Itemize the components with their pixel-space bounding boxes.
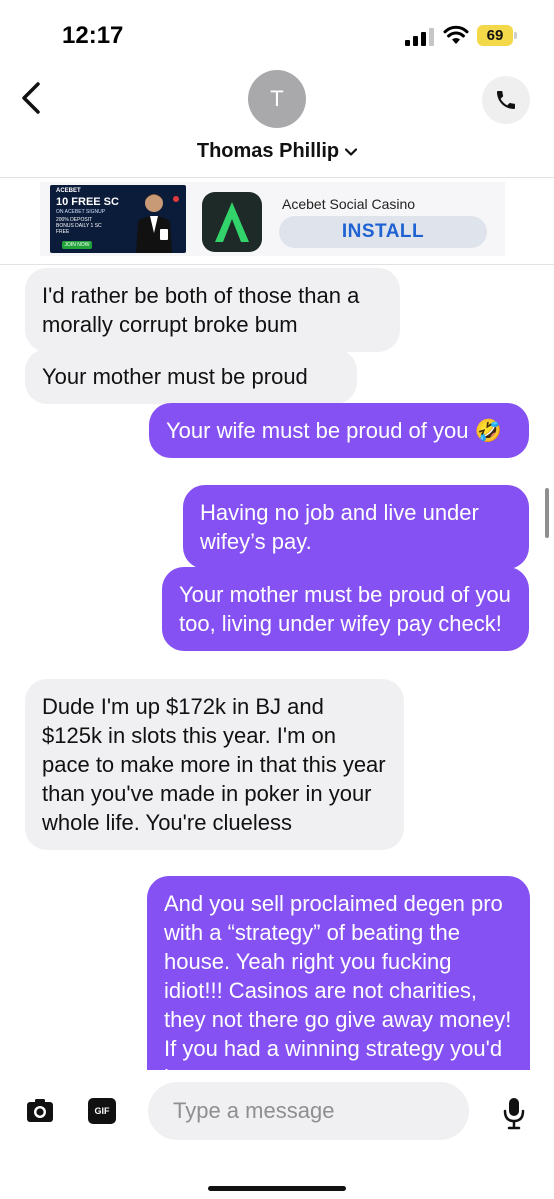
status-time: 12:17 xyxy=(62,22,124,49)
message-input[interactable] xyxy=(148,1082,469,1140)
camera-icon[interactable] xyxy=(25,1096,55,1126)
status-bar: 12:17 69 xyxy=(0,0,554,62)
battery-icon: 69 xyxy=(477,25,517,46)
message-outgoing[interactable]: Your wife must be proud of you 🤣 xyxy=(149,403,529,458)
message-incoming[interactable]: I'd rather be both of those than a moral… xyxy=(25,268,400,352)
contact-name: Thomas Phillip xyxy=(196,140,340,162)
ad-image-promos: 200% DEPOSIT BONUS DAILY 1 SC FREE xyxy=(56,217,102,235)
ad-image-cta: JOIN NOW xyxy=(62,241,92,249)
battery-percent: 69 xyxy=(486,27,504,44)
header-divider xyxy=(0,177,554,178)
ad-image-subline: ON ACEBET SIGNUP xyxy=(56,209,106,215)
ad-banner[interactable]: ACEBET 10 FREE SC ON ACEBET SIGNUP 200% … xyxy=(40,182,505,256)
chevron-down-icon xyxy=(345,148,358,156)
message-incoming[interactable]: Your mother must be proud xyxy=(25,349,357,404)
install-button[interactable]: INSTALL xyxy=(279,216,487,248)
ad-dealer-figure xyxy=(136,194,179,253)
scrollbar[interactable] xyxy=(545,488,549,538)
message-outgoing[interactable]: Having no job and live under wifey’s pay… xyxy=(183,485,529,569)
contact-name-dropdown[interactable]: Thomas Phillip xyxy=(0,140,554,163)
microphone-icon[interactable] xyxy=(502,1096,526,1130)
wifi-icon xyxy=(443,25,469,44)
message-outgoing[interactable]: Your mother must be proud of you too, li… xyxy=(162,567,529,651)
contact-avatar[interactable]: T xyxy=(248,70,306,128)
ad-image-brand: ACEBET xyxy=(56,188,81,194)
gif-button[interactable]: GIF xyxy=(88,1098,116,1124)
call-button[interactable] xyxy=(482,76,530,124)
cellular-signal-icon xyxy=(405,28,434,46)
back-arrow-icon[interactable] xyxy=(18,80,46,116)
acebet-app-icon[interactable] xyxy=(202,192,262,252)
ad-image-headline: 10 FREE SC xyxy=(56,196,119,208)
avatar-initial: T xyxy=(270,86,284,111)
ad-image[interactable]: ACEBET 10 FREE SC ON ACEBET SIGNUP 200% … xyxy=(50,185,186,253)
message-incoming[interactable]: Dude I'm up $172k in BJ and $125k in slo… xyxy=(25,679,404,850)
ad-divider xyxy=(0,264,554,265)
home-indicator[interactable] xyxy=(208,1186,346,1191)
message-composer: GIF xyxy=(0,1070,554,1199)
phone-icon xyxy=(497,91,515,109)
ad-app-name: Acebet Social Casino xyxy=(282,196,416,212)
